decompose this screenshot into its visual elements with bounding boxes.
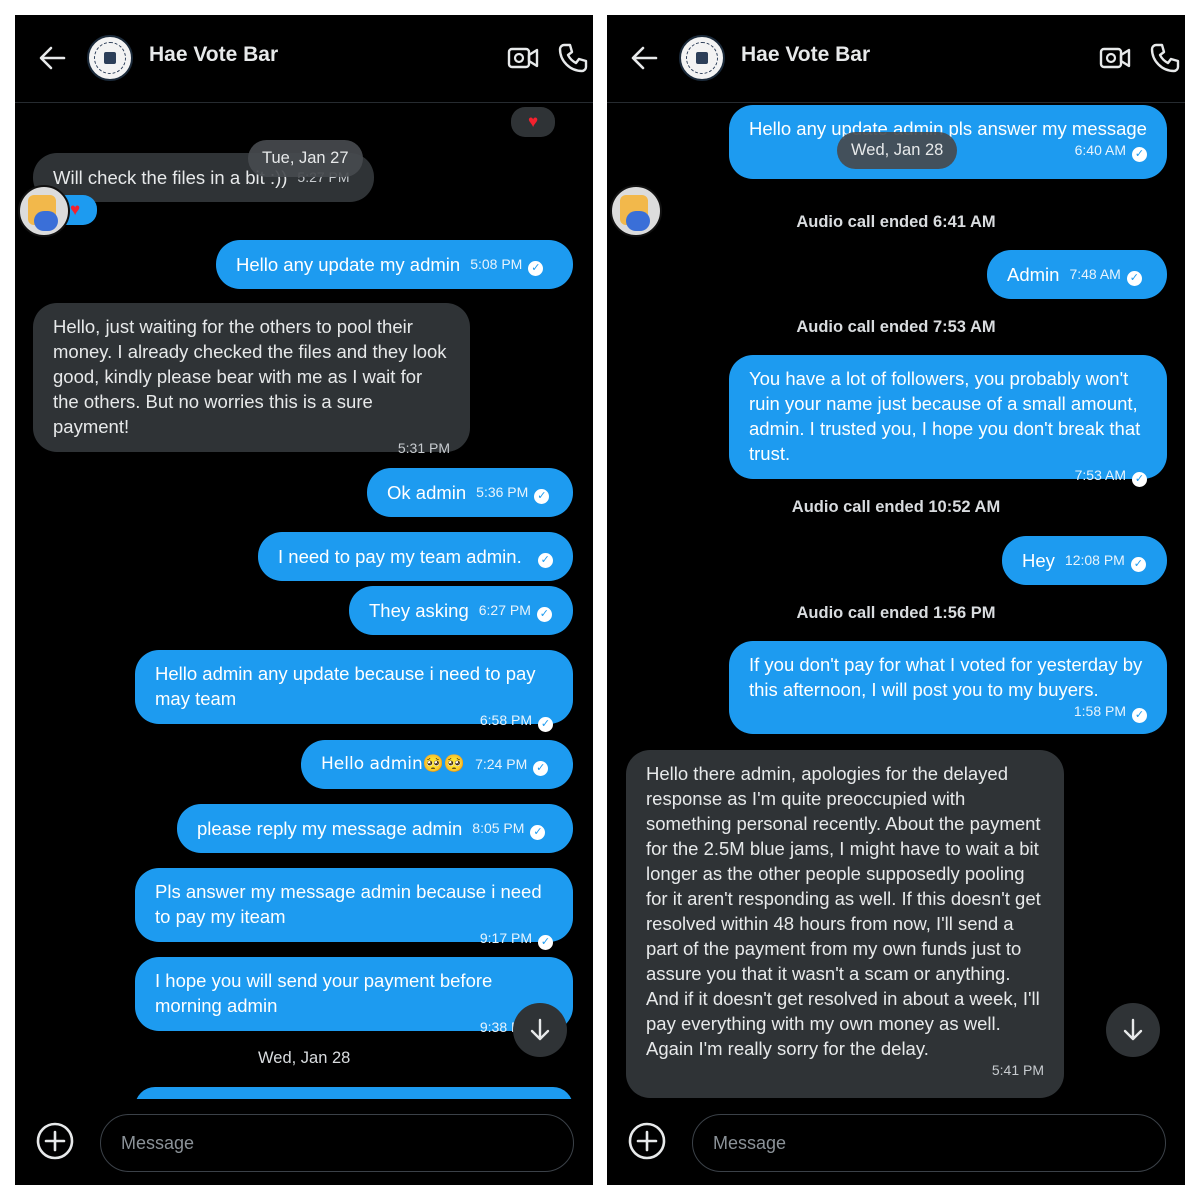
message-outgoing[interactable]: I need to pay my team admin. ✓	[258, 532, 573, 581]
scroll-to-bottom-button[interactable]	[1106, 1003, 1160, 1057]
check-circle-icon: ✓	[530, 825, 546, 840]
heart-icon[interactable]: ♥	[511, 107, 555, 137]
date-separator: Wed, Jan 28	[258, 1049, 351, 1067]
message-outgoing[interactable]: Hello any update my admin 5:08 PM ✓	[216, 240, 573, 289]
message-outgoing[interactable]: If you don't pay for what I voted for ye…	[729, 641, 1167, 734]
video-call-icon[interactable]	[1099, 43, 1131, 73]
message-outgoing[interactable]: Admin 7:48 AM ✓	[987, 250, 1167, 299]
arrow-left-icon[interactable]	[629, 43, 659, 73]
message-outgoing[interactable]: Hello admin any update because i need to…	[135, 650, 573, 732]
check-circle-icon: ✓	[538, 935, 553, 950]
message-outgoing-partial[interactable]	[135, 1087, 573, 1099]
check-circle-icon: ✓	[533, 761, 549, 776]
message-outgoing[interactable]: I hope you will send your payment before…	[135, 957, 573, 1039]
check-circle-icon: ✓	[537, 553, 553, 568]
message-input[interactable]	[692, 1114, 1166, 1172]
message-input[interactable]	[100, 1114, 574, 1172]
message-outgoing[interactable]: Hello admin🥺🥺 7:24 PM ✓	[301, 740, 573, 789]
scroll-to-bottom-button[interactable]	[513, 1003, 567, 1057]
message-incoming[interactable]: Hello, just waiting for the others to po…	[33, 303, 470, 456]
message-outgoing[interactable]: Ok admin 5:36 PM ✓	[367, 468, 573, 517]
check-circle-icon: ✓	[536, 607, 552, 622]
call-log: Audio call ended 10:52 AM	[791, 498, 1001, 516]
video-call-icon[interactable]	[507, 43, 539, 73]
check-circle-icon: ✓	[1130, 557, 1146, 572]
message-outgoing[interactable]: You have a lot of followers, you probabl…	[729, 355, 1167, 487]
chat-header: Hae Vote Bar	[607, 15, 1185, 103]
call-log: Audio call ended 7:53 AM	[796, 318, 996, 336]
message-thread[interactable]: Hello any update admin pls answer my mes…	[607, 103, 1185, 1099]
message-outgoing[interactable]: please reply my message admin 8:05 PM ✓	[177, 804, 573, 853]
message-composer	[15, 1099, 593, 1185]
call-log: Audio call ended 6:41 AM	[796, 213, 996, 231]
check-circle-icon: ✓	[1132, 708, 1147, 723]
arrow-left-icon[interactable]	[37, 43, 67, 73]
check-circle-icon: ✓	[528, 261, 544, 276]
message-outgoing[interactable]: They asking 6:27 PM ✓	[349, 586, 573, 635]
plus-circle-icon[interactable]	[627, 1121, 667, 1161]
right-screenshot: Hae Vote Bar Hello any update admin pls …	[607, 15, 1185, 1185]
phone-icon[interactable]	[1149, 42, 1181, 74]
arrow-down-icon	[530, 1018, 550, 1041]
check-circle-icon: ✓	[538, 717, 553, 732]
conversation-title[interactable]: Hae Vote Bar	[741, 43, 870, 67]
check-circle-icon: ✓	[1132, 147, 1147, 162]
avatar[interactable]	[87, 35, 133, 81]
avatar[interactable]	[679, 35, 725, 81]
plus-circle-icon[interactable]	[35, 1121, 75, 1161]
contact-avatar[interactable]	[18, 185, 70, 237]
left-screenshot: Hae Vote Bar ♥ Will check the files in a…	[15, 15, 593, 1185]
message-composer	[607, 1099, 1185, 1185]
message-thread[interactable]: ♥ Will check the files in a bit :)) 5:27…	[15, 103, 593, 1099]
call-log: Audio call ended 1:56 PM	[796, 604, 996, 622]
floating-date-chip: Wed, Jan 28	[837, 132, 958, 169]
message-incoming[interactable]: Hello there admin, apologies for the del…	[626, 750, 1064, 1098]
conversation-title[interactable]: Hae Vote Bar	[149, 43, 278, 67]
message-outgoing[interactable]: Pls answer my message admin because i ne…	[135, 868, 573, 950]
message-outgoing[interactable]: Hey 12:08 PM ✓	[1002, 536, 1167, 585]
check-circle-icon: ✓	[1126, 271, 1142, 286]
arrow-down-icon	[1123, 1018, 1143, 1041]
floating-date-chip: Tue, Jan 27	[248, 140, 363, 177]
phone-icon[interactable]	[557, 42, 589, 74]
check-circle-icon: ✓	[1132, 472, 1147, 487]
chat-header: Hae Vote Bar	[15, 15, 593, 103]
check-circle-icon: ✓	[534, 489, 550, 504]
